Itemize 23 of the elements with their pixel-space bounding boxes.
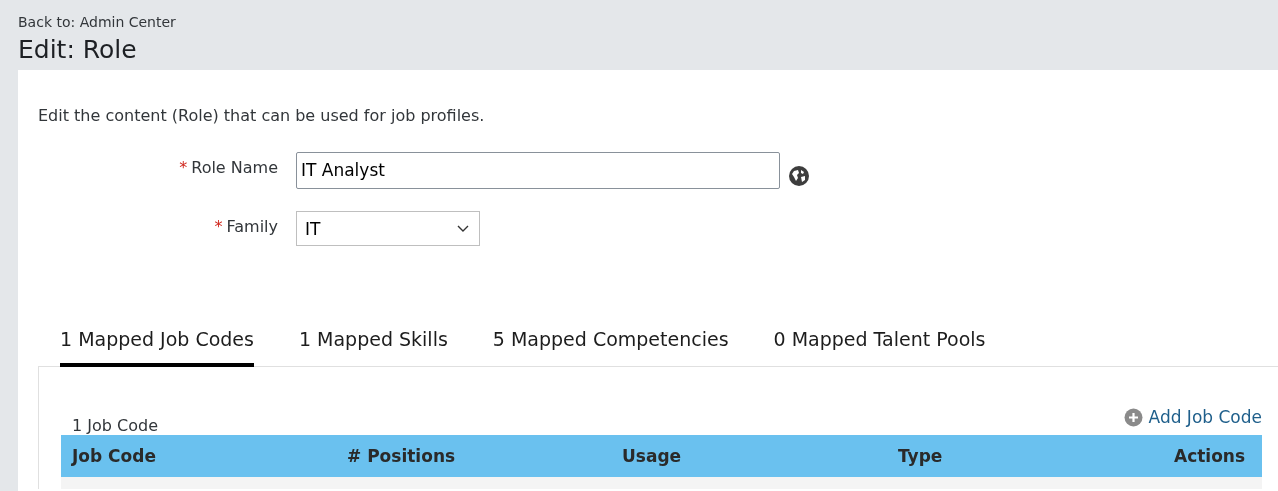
column-header: Type [897,446,944,466]
required-asterisk: * [179,158,188,177]
tab[interactable]: 1 Mapped Skills [298,323,448,367]
tab[interactable]: 1 Mapped Job Codes [60,323,254,367]
globe-icon[interactable] [788,165,810,187]
role-name-field[interactable]: IT Analyst [296,152,780,189]
column-header: Actions [1173,446,1247,466]
description-text: Edit the content (Role) that can be used for job profiles. [38,105,486,127]
column-header: Job Code [70,446,157,466]
chevron-down-icon [457,224,469,233]
field-label: Family [226,217,278,236]
tab[interactable]: 5 Mapped Competencies [492,323,729,367]
column-header: Usage [621,446,683,466]
column-header: # Positions [346,446,457,466]
field-label: Role Name [191,158,278,177]
add-job-code-link[interactable]: Add Job Code [1123,407,1262,435]
plus-icon [1123,407,1143,427]
required-asterisk: * [214,217,223,236]
page-title: Edit: Role [18,35,138,65]
tab[interactable]: 0 Mapped Talent Pools [773,323,986,367]
back-link[interactable]: Back to: Admin Center [18,14,176,30]
job-code-count: 1 Job Code [71,416,158,435]
family-dropdown[interactable]: IT [296,211,480,246]
